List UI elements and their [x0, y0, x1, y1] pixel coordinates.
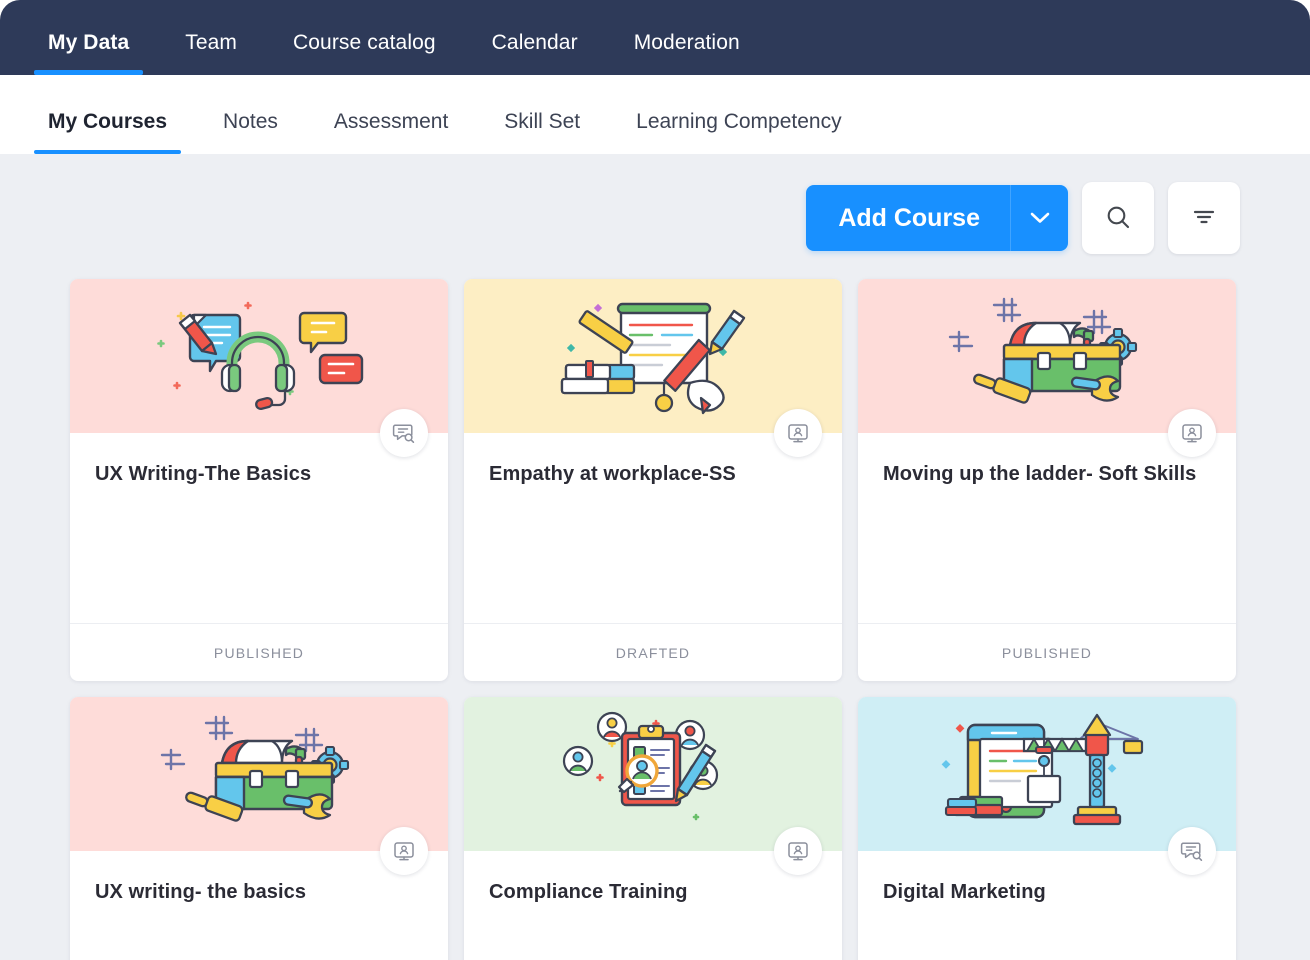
- tab-my-courses[interactable]: My Courses: [20, 110, 195, 154]
- tab-skill-set[interactable]: Skill Set: [476, 110, 608, 154]
- toolbox-illustration: [144, 709, 374, 839]
- status-badge: PUBLISHED: [1002, 645, 1092, 661]
- course-card-body: UX Writing-The Basics: [70, 433, 448, 623]
- secondary-navigation: My Courses Notes Assessment Skill Set Le…: [0, 75, 1310, 154]
- course-thumbnail: [464, 697, 842, 851]
- toolbox-illustration: [932, 291, 1162, 421]
- course-card-footer: DRAFTED: [464, 623, 842, 681]
- app-window: My Data Team Course catalog Calendar Mod…: [0, 0, 1310, 960]
- course-card-body: Moving up the ladder- Soft Skills: [858, 433, 1236, 623]
- primary-navigation: My Data Team Course catalog Calendar Mod…: [0, 0, 1310, 75]
- course-card[interactable]: Empathy at workplace-SS DRAFTED: [464, 279, 842, 681]
- note-search-icon[interactable]: [1168, 827, 1216, 875]
- course-thumbnail: [858, 697, 1236, 851]
- course-title: Compliance Training: [489, 881, 817, 904]
- whiteboard-books-illustration: [538, 291, 768, 421]
- course-title: UX Writing-The Basics: [95, 463, 423, 486]
- note-search-icon[interactable]: [380, 409, 428, 457]
- top-nav-item-moderation[interactable]: Moderation: [606, 31, 768, 75]
- filter-button[interactable]: [1168, 182, 1240, 254]
- search-icon: [1104, 203, 1132, 234]
- course-card-footer: PUBLISHED: [858, 623, 1236, 681]
- tablet-crane-illustration: [932, 709, 1162, 839]
- course-card[interactable]: Digital Marketing: [858, 697, 1236, 960]
- course-card[interactable]: UX writing- the basics: [70, 697, 448, 960]
- course-card-body: Empathy at workplace-SS: [464, 433, 842, 623]
- action-bar: Add Course: [70, 154, 1240, 279]
- webinar-screen-icon[interactable]: [774, 409, 822, 457]
- top-nav-item-team[interactable]: Team: [157, 31, 265, 75]
- course-thumbnail: [70, 279, 448, 433]
- course-card[interactable]: Moving up the ladder- Soft Skills PUBLIS…: [858, 279, 1236, 681]
- course-card[interactable]: UX Writing-The Basics PUBLISHED: [70, 279, 448, 681]
- top-nav-item-course-catalog[interactable]: Course catalog: [265, 31, 464, 75]
- webinar-screen-icon[interactable]: [774, 827, 822, 875]
- course-title: Digital Marketing: [883, 881, 1211, 904]
- course-thumbnail: [464, 279, 842, 433]
- add-course-label: Add Course: [838, 204, 1010, 233]
- clipboard-people-illustration: [538, 709, 768, 839]
- main-content: Add Course: [0, 154, 1310, 960]
- tab-assessment[interactable]: Assessment: [306, 110, 476, 154]
- course-card[interactable]: Compliance Training: [464, 697, 842, 960]
- status-badge: PUBLISHED: [214, 645, 304, 661]
- top-nav-item-calendar[interactable]: Calendar: [464, 31, 606, 75]
- filter-icon: [1190, 203, 1218, 234]
- top-nav-item-my-data[interactable]: My Data: [20, 31, 157, 75]
- search-button[interactable]: [1082, 182, 1154, 254]
- course-title: Moving up the ladder- Soft Skills: [883, 463, 1211, 486]
- course-thumbnail: [858, 279, 1236, 433]
- webinar-screen-icon[interactable]: [1168, 409, 1216, 457]
- tab-learning-competency[interactable]: Learning Competency: [608, 110, 869, 154]
- course-title: UX writing- the basics: [95, 881, 423, 904]
- course-thumbnail: [70, 697, 448, 851]
- chevron-down-icon[interactable]: [1010, 185, 1068, 251]
- course-title: Empathy at workplace-SS: [489, 463, 817, 486]
- status-badge: DRAFTED: [616, 645, 691, 661]
- course-card-footer: PUBLISHED: [70, 623, 448, 681]
- tab-notes[interactable]: Notes: [195, 110, 306, 154]
- webinar-screen-icon[interactable]: [380, 827, 428, 875]
- headset-document-illustration: [144, 291, 374, 421]
- course-card-grid: UX Writing-The Basics PUBLISHED: [70, 279, 1240, 960]
- add-course-button[interactable]: Add Course: [806, 185, 1068, 251]
